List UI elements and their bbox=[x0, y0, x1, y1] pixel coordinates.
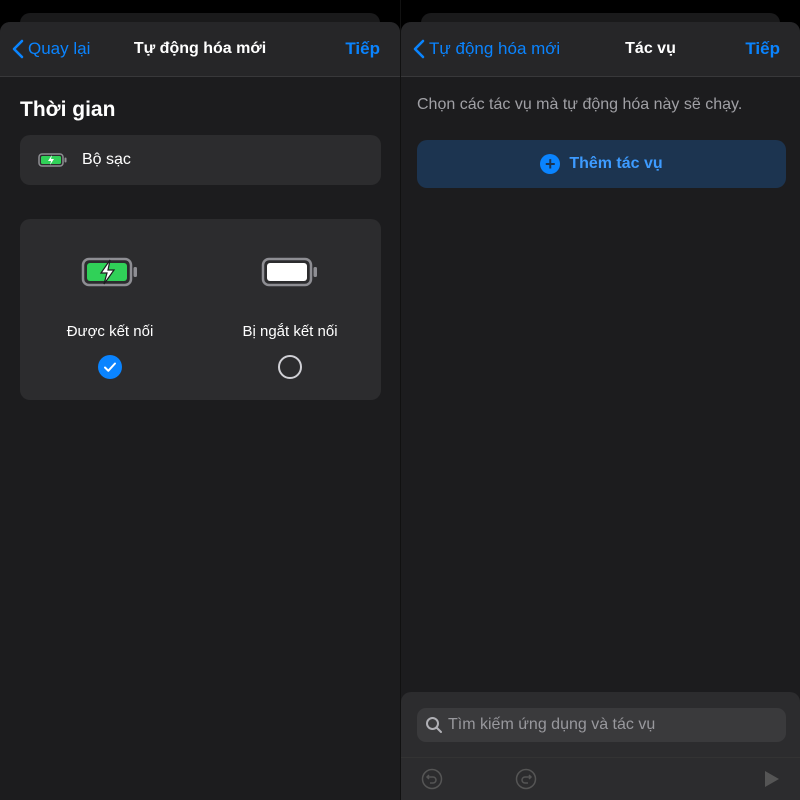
nav-bar: Quay lại Tự động hóa mới Tiếp bbox=[0, 22, 400, 77]
trigger-label: Bộ sạc bbox=[82, 151, 131, 168]
add-action-button[interactable]: + Thêm tác vụ bbox=[417, 140, 786, 188]
chevron-left-icon bbox=[12, 39, 24, 59]
back-button[interactable]: Quay lại bbox=[12, 39, 90, 59]
battery-icon bbox=[261, 257, 317, 287]
play-icon[interactable] bbox=[764, 770, 780, 788]
charging-battery-icon bbox=[81, 257, 137, 287]
checkmark-icon bbox=[104, 362, 116, 372]
option-disconnected[interactable]: Bị ngắt kết nối bbox=[200, 219, 380, 400]
next-button[interactable]: Tiếp bbox=[745, 39, 780, 59]
charger-options: Được kết nối Bị ngắt kết nối bbox=[20, 219, 381, 400]
search-placeholder: Tìm kiếm ứng dụng và tác vụ bbox=[448, 716, 656, 733]
back-label: Tự động hóa mới bbox=[429, 39, 561, 58]
back-button[interactable]: Tự động hóa mới bbox=[413, 39, 560, 59]
actions-sheet: Tự động hóa mới Tác vụ Tiếp Chọn các tác… bbox=[401, 22, 800, 800]
trigger-row[interactable]: Bộ sạc bbox=[20, 135, 381, 185]
radio-unchecked[interactable] bbox=[278, 355, 302, 379]
nav-bar: Tự động hóa mới Tác vụ Tiếp bbox=[401, 22, 800, 77]
editor-toolbar bbox=[401, 757, 800, 800]
redo-icon[interactable] bbox=[515, 768, 537, 790]
section-title: Thời gian bbox=[20, 98, 116, 121]
back-label: Quay lại bbox=[28, 39, 91, 58]
left-screen: Quay lại Tự động hóa mới Tiếp Thời gian … bbox=[0, 0, 400, 800]
add-action-label: Thêm tác vụ bbox=[569, 155, 663, 172]
next-button[interactable]: Tiếp bbox=[345, 39, 380, 59]
option-label: Bị ngắt kết nối bbox=[242, 323, 338, 340]
right-screen: Tự động hóa mới Tác vụ Tiếp Chọn các tác… bbox=[400, 0, 800, 800]
search-icon bbox=[426, 717, 442, 733]
option-label: Được kết nối bbox=[66, 323, 154, 340]
charging-battery-icon bbox=[38, 153, 67, 167]
option-connected[interactable]: Được kết nối bbox=[20, 219, 200, 400]
new-automation-sheet: Quay lại Tự động hóa mới Tiếp Thời gian … bbox=[0, 22, 400, 800]
plus-circle-icon: + bbox=[540, 154, 561, 174]
description: Chọn các tác vụ mà tự động hóa này sẽ ch… bbox=[417, 96, 743, 113]
radio-checked[interactable] bbox=[98, 355, 122, 379]
chevron-left-icon bbox=[413, 39, 425, 59]
search-input[interactable]: Tìm kiếm ứng dụng và tác vụ bbox=[417, 708, 786, 742]
action-search-panel: Tìm kiếm ứng dụng và tác vụ bbox=[401, 692, 800, 800]
undo-icon[interactable] bbox=[421, 768, 443, 790]
